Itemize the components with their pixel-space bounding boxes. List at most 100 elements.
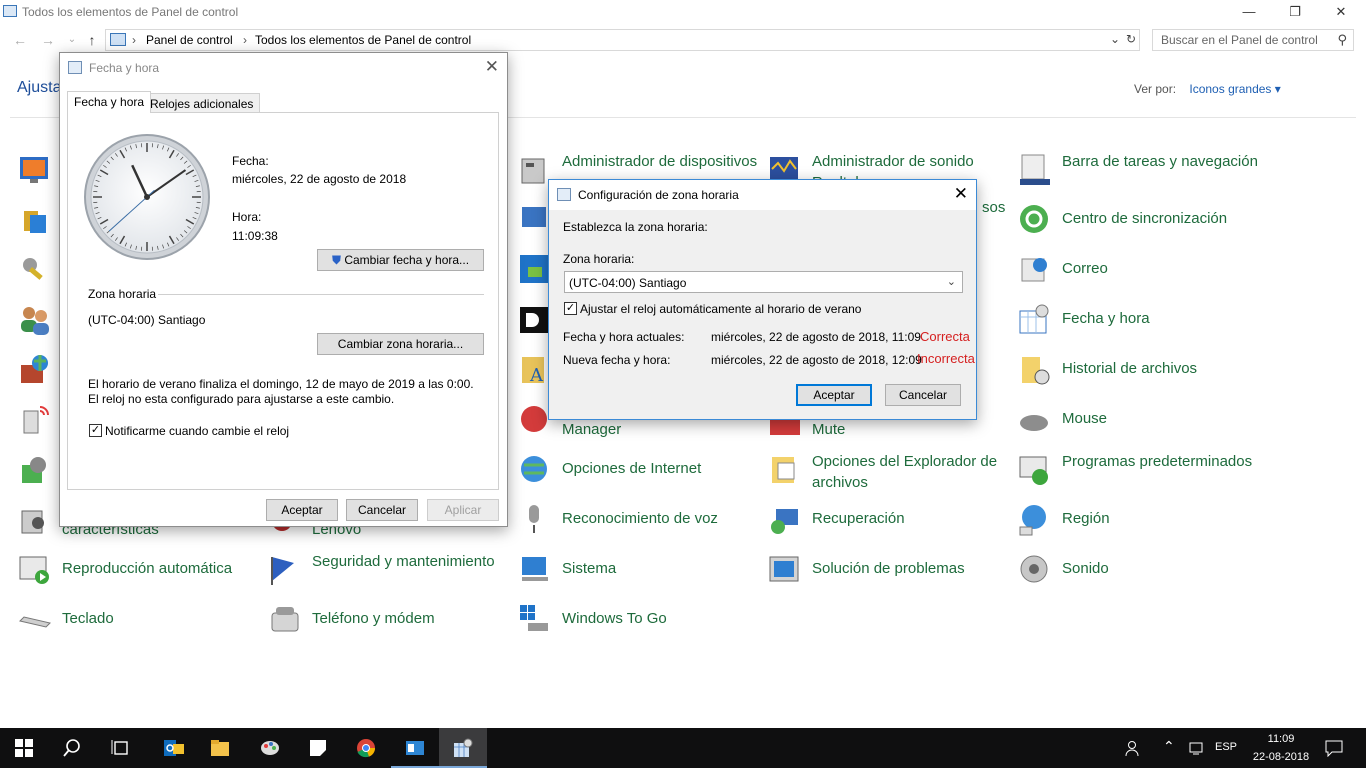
search-button[interactable]: [48, 728, 96, 768]
current-datetime-value: miércoles, 22 de agosto de 2018, 11:09: [711, 330, 921, 344]
sync-icon: [1018, 203, 1052, 237]
microphone-icon: [518, 503, 552, 537]
sticky-notes-icon: [308, 738, 328, 758]
folder-icon: [210, 738, 230, 758]
region-icon: [1018, 503, 1052, 537]
cp-item-speech[interactable]: Reconocimiento de voz: [518, 503, 758, 553]
ok-button[interactable]: Aceptar: [266, 499, 338, 521]
cp-item-label: Fecha y hora: [1062, 308, 1258, 329]
task-view-icon: [110, 738, 130, 758]
divider: [158, 294, 484, 295]
tab-additional-clocks[interactable]: Relojes adicionales: [143, 93, 260, 113]
cp-item-mail[interactable]: Correo: [1018, 253, 1258, 303]
up-icon[interactable]: ↑: [81, 28, 103, 52]
new-datetime-value: miércoles, 22 de agosto de 2018, 12:09: [711, 353, 922, 367]
tz-prompt: Establezca la zona horaria:: [563, 220, 708, 234]
notify-checkbox-label: Notificarme cuando cambie el reloj: [105, 424, 289, 438]
cp-item-windows-to-go[interactable]: Windows To Go: [518, 603, 758, 653]
breadcrumb-separator-icon: ›: [132, 33, 136, 47]
cp-item-autoplay[interactable]: Reproducción automática: [18, 553, 258, 603]
search-input[interactable]: Buscar en el Panel de control ⚲: [1152, 29, 1354, 51]
cp-item-file-history[interactable]: Historial de archivos: [1018, 353, 1258, 403]
ok-button[interactable]: Aceptar: [796, 384, 872, 406]
cp-item-security[interactable]: Seguridad y mantenimiento: [268, 553, 508, 603]
clock[interactable]: 11:09 22-08-2018: [1247, 730, 1315, 770]
view-by-dropdown[interactable]: Iconos grandes ▾: [1189, 82, 1280, 96]
file-history-icon: [1018, 353, 1052, 387]
cp-item-label: Historial de archivos: [1062, 358, 1258, 379]
tab-panel: Fecha: miércoles, 22 de agosto de 2018 H…: [67, 112, 499, 490]
cancel-button[interactable]: Cancelar: [346, 499, 418, 521]
cp-item-taskbar[interactable]: Barra de tareas y navegación: [1018, 153, 1258, 203]
apply-button[interactable]: Aplicar: [427, 499, 499, 521]
taskbar-date-time[interactable]: [439, 728, 487, 768]
start-button[interactable]: [0, 728, 48, 768]
breadcrumb-all-items[interactable]: Todos los elementos de Panel de control: [255, 33, 471, 47]
recent-dropdown-icon[interactable]: ⌄: [61, 28, 83, 52]
cp-item-internet-options[interactable]: Opciones de Internet: [518, 453, 758, 503]
time-label: Hora:: [232, 210, 261, 224]
control-panel-icon: [3, 5, 17, 17]
tz-label: Zona horaria:: [563, 252, 634, 266]
refresh-icon[interactable]: ↻: [1126, 32, 1136, 46]
taskbar-paint[interactable]: [246, 728, 294, 768]
mail-icon: [1018, 253, 1052, 287]
troubleshoot-icon: [768, 553, 802, 587]
minimize-button[interactable]: —: [1226, 0, 1272, 24]
notifications-icon[interactable]: [1325, 739, 1343, 779]
cp-item-phone-modem[interactable]: Teléfono y módem: [268, 603, 508, 653]
change-timezone-button[interactable]: Cambiar zona horaria...: [317, 333, 484, 355]
firewall-icon: [18, 353, 52, 387]
breadcrumb-control-panel[interactable]: Panel de control: [146, 33, 233, 47]
cp-item-label: Correo: [1062, 258, 1258, 279]
taskbar-outlook[interactable]: [150, 728, 198, 768]
notify-checkbox[interactable]: ✓: [89, 424, 102, 437]
chevron-up-icon[interactable]: ⌃: [1163, 738, 1175, 778]
back-icon[interactable]: ←: [9, 28, 31, 52]
maximize-button[interactable]: ❐: [1272, 0, 1318, 24]
close-icon[interactable]: ✕: [954, 184, 968, 204]
cp-item-label: Windows To Go: [562, 608, 758, 629]
cp-item-troubleshoot[interactable]: Solución de problemas: [768, 553, 1008, 603]
taskbar-control-panel[interactable]: [391, 728, 439, 768]
dst-checkbox[interactable]: ✓: [564, 302, 577, 315]
cp-item-explorer-options[interactable]: Opciones del Explorador de archivos: [768, 453, 1008, 503]
calendar-clock-icon: [1018, 303, 1052, 337]
network-icon[interactable]: [1188, 740, 1204, 780]
language-indicator[interactable]: ESP: [1215, 741, 1237, 781]
tab-date-time[interactable]: Fecha y hora: [67, 91, 151, 113]
cp-item-sync-center[interactable]: Centro de sincronización: [1018, 203, 1258, 253]
manager-icon: [518, 403, 552, 437]
cancel-button[interactable]: Cancelar: [885, 384, 961, 406]
close-icon[interactable]: ✕: [485, 57, 499, 77]
cp-item-mouse[interactable]: Mouse: [1018, 403, 1258, 453]
current-status: Correcta: [920, 329, 970, 344]
folder-options-icon: [768, 453, 802, 487]
change-datetime-button[interactable]: ⛊ Cambiar fecha y hora...: [317, 249, 484, 271]
cp-item-label: Seguridad y mantenimiento: [312, 551, 508, 572]
dst-checkbox-label: Ajustar el reloj automáticamente al hora…: [580, 302, 861, 316]
address-dropdown-icon[interactable]: ⌄: [1110, 32, 1120, 46]
taskbar: ⌃ ESP 11:09 22-08-2018: [0, 728, 1366, 768]
cp-item-system[interactable]: Sistema: [518, 553, 758, 603]
cp-item-sound[interactable]: Sonido: [1018, 553, 1258, 603]
task-view-button[interactable]: [96, 728, 144, 768]
cp-item-default-programs[interactable]: Programas predeterminados: [1018, 453, 1258, 503]
view-by-label: Ver por:: [1134, 82, 1176, 96]
address-box[interactable]: › Panel de control › Todos los elementos…: [105, 29, 1140, 51]
cp-item-recovery[interactable]: Recuperación: [768, 503, 1008, 553]
taskbar-sticky-notes[interactable]: [294, 728, 342, 768]
forward-icon[interactable]: →: [37, 28, 59, 52]
close-button[interactable]: ✕: [1318, 0, 1364, 24]
cp-item-keyboard[interactable]: Teclado: [18, 603, 258, 653]
taskbar-chrome[interactable]: [342, 728, 390, 768]
people-icon[interactable]: [1125, 739, 1143, 779]
mouse-icon: [1018, 403, 1052, 437]
shield-icon: ⛊: [332, 253, 341, 267]
cp-item-label: Centro de sincronización: [1062, 208, 1258, 229]
timezone-select[interactable]: (UTC-04:00) Santiago ⌄: [564, 271, 963, 293]
cp-item-date-time[interactable]: Fecha y hora: [1018, 303, 1258, 353]
taskbar-file-explorer[interactable]: [196, 728, 244, 768]
cp-item-region[interactable]: Región: [1018, 503, 1258, 553]
features-icon: [18, 503, 52, 537]
